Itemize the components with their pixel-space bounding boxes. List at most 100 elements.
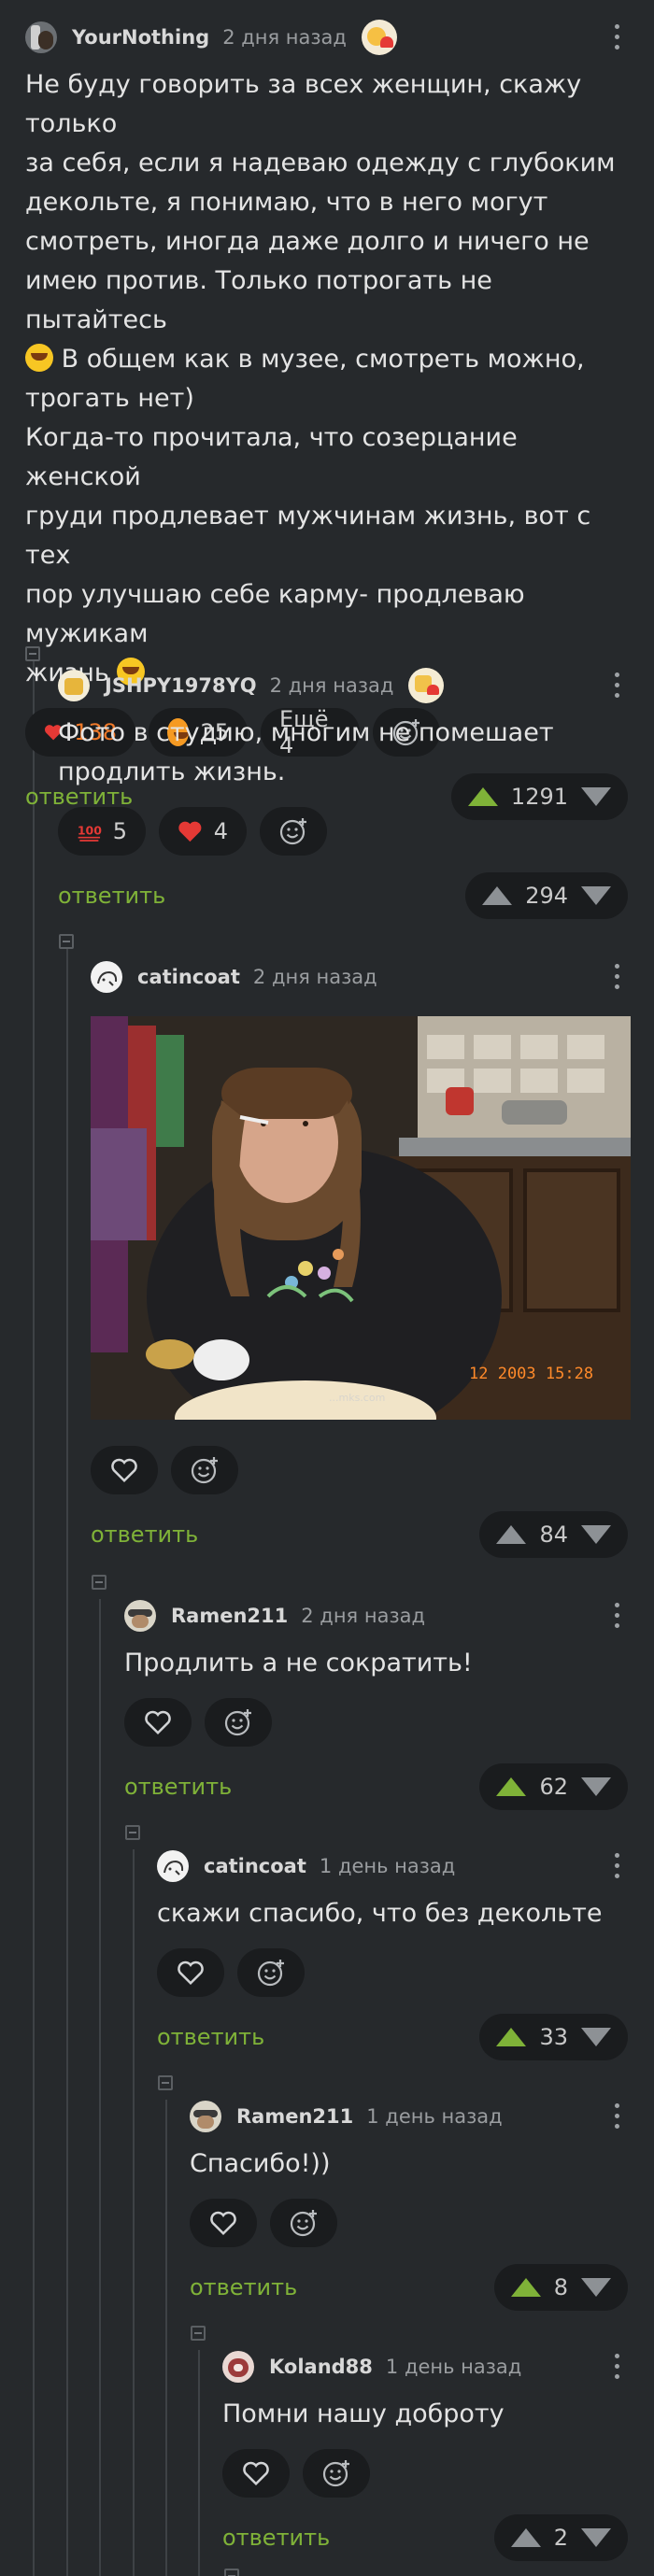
reaction-heart[interactable]: 4 [159,807,247,856]
add-reaction-button[interactable] [270,2199,337,2247]
more-options-icon[interactable] [605,2352,628,2382]
comment-actions: ответить 8 [190,2264,628,2311]
award-badge-icon[interactable] [408,668,445,703]
comment-actions: ответить 62 [124,1763,628,1810]
avatar[interactable] [58,670,90,701]
avatar[interactable] [91,961,122,993]
reaction-hundred[interactable]: 100 5 [58,807,146,856]
reply-link[interactable]: ответить [157,2024,264,2050]
avatar[interactable] [124,1600,156,1632]
add-reaction-button[interactable] [303,2449,370,2498]
vote-widget: 33 [479,2014,628,2060]
upvote-icon[interactable] [510,2278,541,2297]
text-line: смотреть, иногда даже долго и ничего не [25,227,590,256]
add-reaction-button[interactable] [260,807,327,856]
text-line: за себя, если я надеваю одежду с глубоки… [25,149,616,177]
timestamp: 2 дня назад [222,26,347,49]
username[interactable]: Ramen211 [171,1605,288,1627]
username[interactable]: Koland88 [269,2356,373,2378]
comment-text: Не буду говорить за всех женщин, скажу т… [25,65,628,693]
vote-widget: 84 [479,1511,628,1558]
cat-avatar-icon [97,970,118,986]
upvote-icon[interactable] [496,2028,527,2046]
avatar[interactable] [157,1850,189,1882]
more-options-icon[interactable] [605,22,628,52]
upvote-icon[interactable] [482,886,513,905]
reply-link[interactable]: ответить [222,2525,330,2551]
reactions [157,1948,628,1997]
upvote-icon[interactable] [510,2528,541,2547]
upvote-icon[interactable] [496,1777,527,1796]
more-options-icon[interactable] [605,962,628,992]
downvote-icon[interactable] [581,886,611,905]
comment-header: Koland88 1 день назад [222,2346,628,2387]
username[interactable]: YourNothing [72,26,209,49]
username[interactable]: Ramen211 [236,2105,353,2128]
tree-line [33,659,35,2576]
heart-outline-icon [111,1458,137,1483]
reactions: 100 5 4 [58,807,628,856]
username[interactable]: JSHPY1978YQ [105,674,257,697]
add-reaction-icon [279,818,306,845]
like-button[interactable] [91,1446,158,1494]
heart-outline-icon [243,2461,269,2486]
reply-link[interactable]: ответить [190,2274,297,2300]
more-options-icon[interactable] [605,1601,628,1631]
downvote-icon[interactable] [581,1777,611,1796]
more-options-icon[interactable] [605,1851,628,1881]
avatar[interactable] [25,21,57,53]
add-reaction-button[interactable] [171,1446,238,1494]
text-line: В общем как в музее, смотреть можно, [25,340,628,379]
hundred-points-icon: 100 [78,823,102,842]
username[interactable]: catincoat [137,966,240,988]
svg-text:100: 100 [78,823,102,837]
tree-line [165,2100,167,2576]
rating: 33 [539,2024,568,2050]
collapse-toggle[interactable] [224,2569,239,2576]
add-reaction-button[interactable] [237,1948,305,1997]
reply-link[interactable]: ответить [58,883,165,909]
like-button[interactable] [124,1698,192,1747]
collapse-toggle[interactable] [125,1825,140,1840]
collapse-toggle[interactable] [92,1575,107,1590]
comment-actions: ответить 294 [58,872,628,919]
comment-actions: ответить 2 [222,2514,628,2561]
collapse-toggle[interactable] [158,2075,173,2090]
downvote-icon[interactable] [581,2278,611,2297]
comment: JSHPY1978YQ 2 дня назад Фото в студию, м… [58,665,628,919]
text-line: груди продлевает мужчинам жизнь, вот с т… [25,502,591,570]
like-button[interactable] [157,1948,224,1997]
collapse-toggle[interactable] [191,2326,206,2341]
heart-outline-icon [210,2211,236,2236]
collapse-toggle[interactable] [59,934,74,949]
text-line: имею против. Только потрогать не пытайте… [25,266,492,334]
reply-link[interactable]: ответить [91,1522,198,1548]
photo-image: 12 2003 15:28 ...mks.com [91,1016,631,1420]
avatar[interactable] [222,2351,254,2383]
add-reaction-icon [290,2210,317,2237]
like-button[interactable] [190,2199,257,2247]
text-line: трогать нет) [25,384,194,413]
more-options-icon[interactable] [605,671,628,701]
more-options-icon[interactable] [605,2102,628,2131]
reply-link[interactable]: ответить [124,1774,232,1800]
timestamp: 2 дня назад [269,674,394,697]
username[interactable]: catincoat [204,1855,306,1877]
comment-header: YourNothing 2 дня назад [25,17,628,58]
downvote-icon[interactable] [581,2528,611,2547]
award-badge-icon[interactable] [361,20,397,55]
reactions [124,1698,628,1747]
downvote-icon[interactable] [581,2028,611,2046]
comment-text: Фото в студию, многим не помешает продли… [58,714,628,792]
downvote-icon[interactable] [581,1525,611,1544]
avatar[interactable] [190,2101,221,2132]
comment-photo[interactable]: 12 2003 15:28 ...mks.com [91,1016,631,1420]
heart-icon [178,821,202,842]
add-reaction-button[interactable] [205,1698,272,1747]
comment-header: catincoat 2 дня назад [91,956,628,998]
text-line: продлить жизнь. [58,757,286,786]
comment-header: JSHPY1978YQ 2 дня назад [58,665,628,706]
comment: catincoat 2 дня назад 12 2003 15:28 ...m… [91,956,631,1558]
like-button[interactable] [222,2449,290,2498]
upvote-icon[interactable] [496,1525,527,1544]
